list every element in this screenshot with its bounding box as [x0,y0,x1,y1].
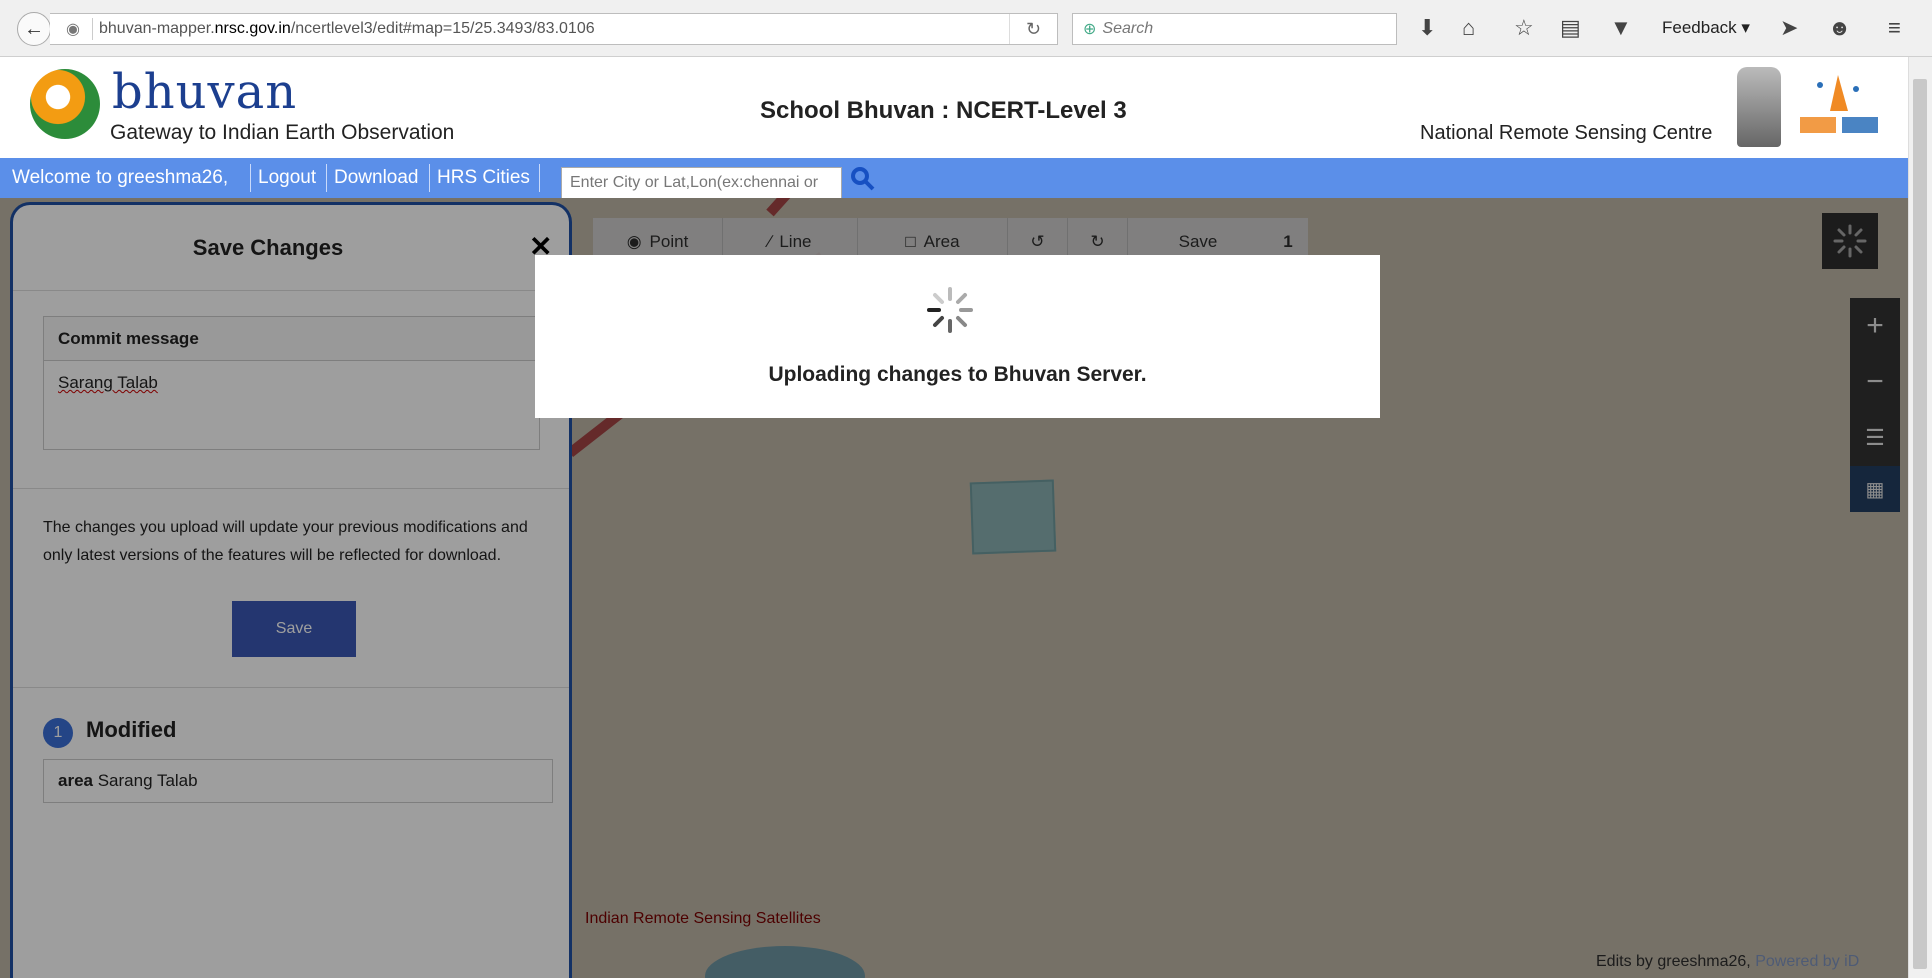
pocket-icon[interactable]: ▼ [1610,16,1632,40]
divider [429,164,430,192]
logout-link[interactable]: Logout [258,167,316,189]
bookmark-star-icon[interactable]: ☆ [1514,16,1534,40]
upload-note: The changes you upload will update your … [43,519,528,564]
reading-list-icon[interactable]: ▤ [1560,16,1581,40]
hamburger-menu-icon[interactable]: ≡ [1888,16,1901,40]
location-search-input[interactable]: Enter City or Lat,Lon(ex:chennai or [561,167,842,199]
modified-heading: Modified [86,717,177,742]
bhuvan-logo-icon [30,69,100,139]
page-scrollbar[interactable] [1908,57,1932,978]
scrollbar-thumb[interactable] [1913,79,1927,969]
divider [13,488,569,489]
download-link[interactable]: Download [334,167,419,189]
download-icon[interactable]: ⬇ [1418,16,1436,40]
modified-item[interactable]: area Sarang Talab [43,759,553,803]
chat-icon[interactable]: ☻ [1828,16,1851,40]
page-title: School Bhuvan : NCERT-Level 3 [760,97,1127,124]
back-arrow-icon: ← [24,17,44,40]
save-changes-panel: Save Changes ✕ Commit message Sarang Tal… [10,202,572,978]
browser-toolbar: ← ◉ bhuvan-mapper.nrsc.gov.in/ncertlevel… [0,0,1932,57]
org-name: National Remote Sensing Centre [1420,122,1713,144]
send-icon[interactable]: ➤ [1780,16,1798,40]
panel-header: Save Changes ✕ [13,205,569,291]
divider [326,164,327,192]
save-button[interactable]: Save [232,601,356,657]
panel-title: Save Changes [192,235,344,260]
site-header: bhuvan Gateway to Indian Earth Observati… [0,57,1908,158]
reload-icon[interactable]: ↻ [1009,14,1057,44]
search-engine-icon: ⊕ [1083,21,1097,38]
divider [539,164,540,192]
isro-logo-icon [1800,75,1878,133]
divider [13,687,569,688]
upload-message: Uploading changes to Bhuvan Server. [768,363,1147,386]
url-text: bhuvan-mapper.nrsc.gov.in/ncertlevel3/ed… [99,20,595,37]
divider [92,18,93,40]
upload-modal: Uploading changes to Bhuvan Server. [535,255,1380,418]
search-placeholder: Search [1102,20,1154,37]
search-icon[interactable] [850,166,876,192]
spinner-icon [927,287,973,333]
browser-search-input[interactable]: ⊕ Search [1072,13,1397,45]
feedback-menu[interactable]: Feedback ▾ [1662,18,1750,38]
commit-message-label: Commit message [44,317,539,361]
hrs-cities-link[interactable]: HRS Cities [437,167,530,189]
back-button[interactable]: ← [17,12,51,46]
globe-icon: ◉ [66,21,80,38]
welcome-text: Welcome to greeshma26, [12,167,229,188]
commit-message-input[interactable]: Sarang Talab [44,361,539,405]
national-emblem-icon [1737,67,1781,147]
address-bar[interactable]: ◉ bhuvan-mapper.nrsc.gov.in/ncertlevel3/… [50,13,1058,45]
user-navbar: Welcome to greeshma26, Logout Download H… [0,158,1908,199]
home-icon[interactable]: ⌂ [1462,16,1475,40]
divider [250,164,251,192]
commit-message-field[interactable]: Commit message Sarang Talab [43,316,540,450]
logo-tagline: Gateway to Indian Earth Observation [110,121,455,144]
logo-text: bhuvan [112,64,298,120]
modified-count-badge: 1 [43,718,73,748]
